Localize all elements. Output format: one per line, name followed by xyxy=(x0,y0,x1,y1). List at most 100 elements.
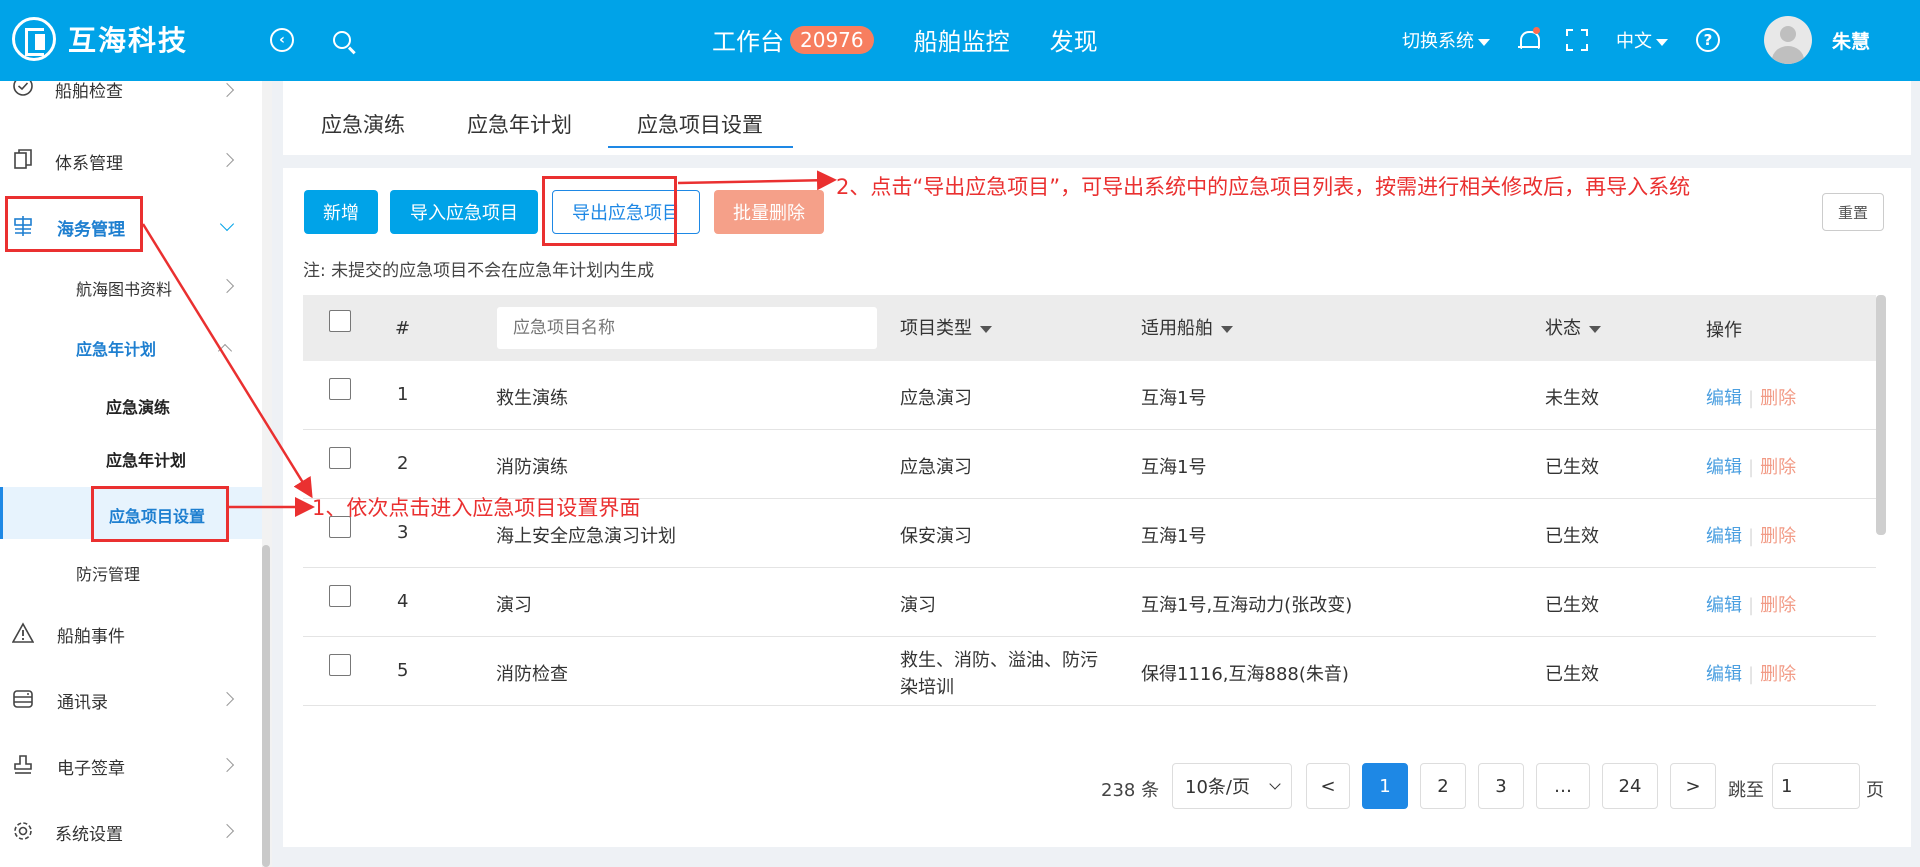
sidebar-item-emergency-annual-plan[interactable]: 应急年计划 xyxy=(0,326,262,366)
reset-button[interactable]: 重置 xyxy=(1822,193,1884,231)
page-2-button[interactable]: 2 xyxy=(1420,763,1466,809)
sidebar-scroll-thumb[interactable] xyxy=(262,545,270,867)
header-status[interactable]: 状态 xyxy=(1545,314,1601,340)
chevron-down-icon xyxy=(1269,778,1281,790)
tab-emergency-annual-plan[interactable]: 应急年计划 xyxy=(467,109,572,139)
annotation-box-item-settings xyxy=(91,486,229,542)
logo[interactable]: 互海科技 xyxy=(12,17,188,61)
nav-ship-monitor[interactable]: 船舶监控 xyxy=(914,22,1010,57)
chevron-right-icon xyxy=(219,278,235,294)
separator: | xyxy=(1748,457,1755,478)
note-text: 注: 未提交的应急项目不会在应急年计划内生成 xyxy=(303,261,655,281)
delete-link[interactable]: 删除 xyxy=(1760,664,1796,685)
avatar[interactable] xyxy=(1763,16,1812,64)
row-checkbox[interactable] xyxy=(329,378,351,400)
row-divider xyxy=(303,636,1876,637)
page-24-button[interactable]: 24 xyxy=(1602,763,1658,809)
check-circle-icon xyxy=(13,81,33,96)
row-type: 应急演习 xyxy=(900,457,972,478)
page-size-select[interactable]: 10条/页 xyxy=(1172,763,1292,809)
total-unit: 条 xyxy=(1141,780,1160,801)
page-size-value: 10条/页 xyxy=(1185,777,1250,798)
annotation-step2: 2、点击“导出应急项目”，可导出系统中的应急项目列表，按需进行相关修改后，再导入… xyxy=(836,175,1691,199)
header-ships[interactable]: 适用船舶 xyxy=(1141,314,1233,340)
sidebar-item-emergency-annual-plan-sub[interactable]: 应急年计划 xyxy=(0,437,262,477)
bell-icon[interactable] xyxy=(1517,27,1540,51)
row-checkbox[interactable] xyxy=(329,585,351,607)
help-icon[interactable]: ? xyxy=(1695,28,1720,52)
sidebar-item-e-seal[interactable]: 电子签章 xyxy=(0,740,262,790)
name-filter-input[interactable] xyxy=(497,307,877,349)
sidebar-item-system-mgmt[interactable]: 体系管理 xyxy=(0,135,262,185)
caret-down-icon xyxy=(1221,325,1233,333)
search-icon[interactable] xyxy=(326,24,358,56)
sidebar-label: 应急年计划 xyxy=(76,340,157,359)
edit-link[interactable]: 编辑 xyxy=(1706,664,1742,685)
nav-workbench[interactable]: 工作台 20976 xyxy=(712,22,874,57)
row-status: 已生效 xyxy=(1545,664,1599,685)
sidebar-item-ship-events[interactable]: 船舶事件 xyxy=(0,608,262,658)
annotation-box-export xyxy=(542,176,677,246)
row-index: 1 xyxy=(397,384,409,405)
separator: | xyxy=(1748,526,1755,547)
sidebar-label: 系统设置 xyxy=(55,825,123,845)
page-3-button[interactable]: 3 xyxy=(1478,763,1524,809)
sidebar-item-contacts[interactable]: 通讯录 xyxy=(0,674,262,724)
sidebar-label: 通讯录 xyxy=(57,693,108,713)
next-page-button[interactable]: > xyxy=(1670,763,1716,809)
page-ellipsis[interactable]: … xyxy=(1536,763,1590,809)
header-right: 切换系统 中文 ? 朱慧 xyxy=(1374,16,1870,64)
batch-delete-button[interactable]: 批量删除 xyxy=(714,190,824,234)
goto-page-input[interactable]: 1 xyxy=(1772,763,1860,809)
workbench-badge: 20976 xyxy=(790,25,874,54)
nav-discover[interactable]: 发现 xyxy=(1050,22,1098,57)
row-actions: 编辑 | 删除 xyxy=(1706,660,1796,686)
language-dropdown[interactable]: 中文 xyxy=(1616,27,1668,53)
total-count: 238 条 xyxy=(1101,776,1159,802)
select-all-checkbox[interactable] xyxy=(329,310,351,332)
row-checkbox[interactable] xyxy=(329,654,351,676)
row-index: 2 xyxy=(397,453,409,474)
row-checkbox[interactable] xyxy=(329,447,351,469)
fullscreen-icon[interactable] xyxy=(1565,29,1588,51)
tab-emergency-drill[interactable]: 应急演练 xyxy=(321,109,405,139)
username[interactable]: 朱慧 xyxy=(1832,27,1870,54)
row-name: 消防演练 xyxy=(496,457,568,478)
table-scroll-thumb[interactable] xyxy=(1876,295,1886,535)
delete-link[interactable]: 删除 xyxy=(1760,388,1796,409)
page-1-button[interactable]: 1 xyxy=(1362,763,1408,809)
import-button[interactable]: 导入应急项目 xyxy=(390,190,538,234)
sidebar-label: 体系管理 xyxy=(55,154,123,174)
notification-dot xyxy=(1532,27,1540,34)
sidebar-item-emergency-drill[interactable]: 应急演练 xyxy=(0,384,262,424)
sidebar-item-nautical-books[interactable]: 航海图书资料 xyxy=(0,266,262,306)
prev-page-button[interactable]: < xyxy=(1306,763,1350,809)
row-name: 救生演练 xyxy=(496,388,568,409)
switch-system-dropdown[interactable]: 切换系统 xyxy=(1402,27,1490,53)
edit-link[interactable]: 编辑 xyxy=(1706,595,1742,616)
row-index: 3 xyxy=(397,522,409,543)
sidebar-item-system-settings[interactable]: 系统设置 xyxy=(0,806,262,856)
sidebar-item-pollution-mgmt[interactable]: 防污管理 xyxy=(0,551,262,591)
sidebar-item-ship-inspection[interactable]: 船舶检查 xyxy=(0,81,262,103)
delete-link[interactable]: 删除 xyxy=(1760,457,1796,478)
delete-link[interactable]: 删除 xyxy=(1760,526,1796,547)
chevron-up-icon xyxy=(217,343,233,359)
tab-emergency-item-settings[interactable]: 应急项目设置 xyxy=(637,109,763,139)
edit-link[interactable]: 编辑 xyxy=(1706,457,1742,478)
nav-ship-monitor-label: 船舶监控 xyxy=(913,28,1010,56)
row-type: 保安演习 xyxy=(900,526,972,547)
back-icon[interactable]: ‹ xyxy=(266,24,298,56)
caret-down-icon xyxy=(1477,38,1490,46)
row-actions: 编辑 | 删除 xyxy=(1706,591,1796,617)
edit-link[interactable]: 编辑 xyxy=(1706,526,1742,547)
chevron-right-icon xyxy=(219,757,235,773)
row-divider xyxy=(303,705,1876,706)
row-actions: 编辑 | 删除 xyxy=(1706,384,1796,410)
annotation-box-maritime xyxy=(5,196,143,252)
row-divider xyxy=(303,567,1876,568)
add-button[interactable]: 新增 xyxy=(304,190,378,234)
header-type[interactable]: 项目类型 xyxy=(900,314,992,340)
edit-link[interactable]: 编辑 xyxy=(1706,388,1742,409)
delete-link[interactable]: 删除 xyxy=(1760,595,1796,616)
